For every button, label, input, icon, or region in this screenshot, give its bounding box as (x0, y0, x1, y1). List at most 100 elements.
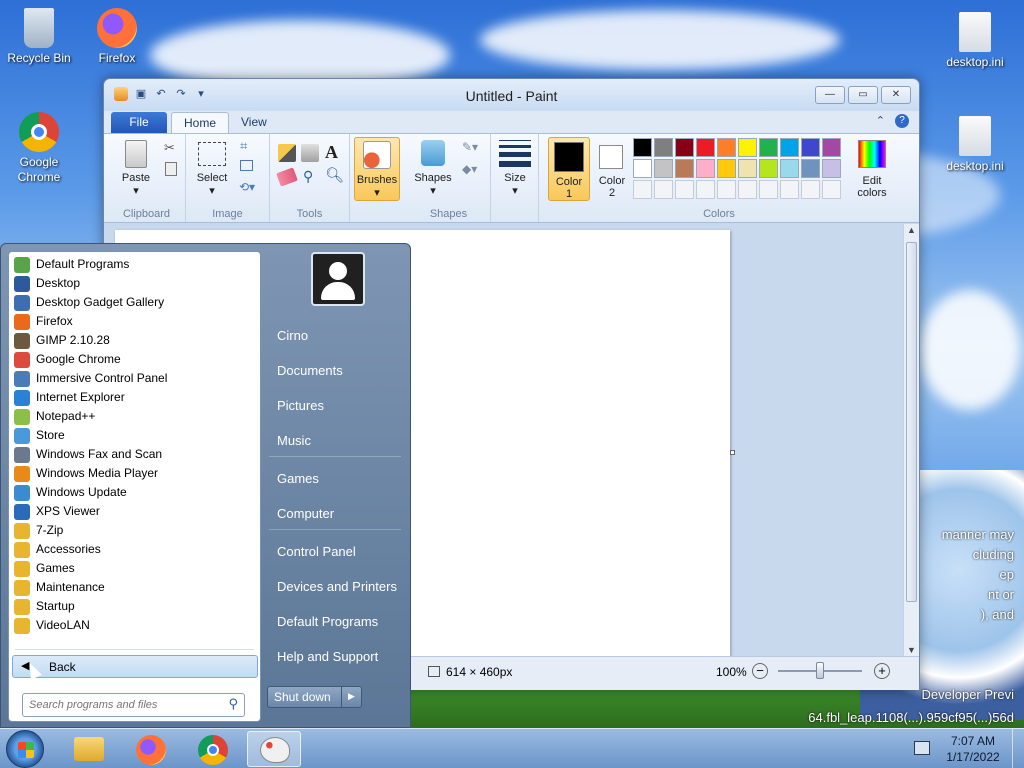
palette-swatch[interactable] (780, 159, 799, 178)
start-place-item[interactable]: Devices and Printers (277, 579, 397, 594)
palette-swatch[interactable] (759, 159, 778, 178)
program-item[interactable]: Games (11, 559, 257, 578)
desktop-icon-desktop-ini-2[interactable]: desktop.ini (937, 116, 1013, 173)
start-place-item[interactable]: Help and Support (277, 649, 378, 664)
palette-swatch[interactable] (675, 138, 694, 157)
tab-view[interactable]: View (229, 112, 279, 133)
program-item[interactable]: Internet Explorer (11, 388, 257, 407)
palette-swatch[interactable] (780, 180, 799, 199)
palette-swatch[interactable] (717, 138, 736, 157)
palette-swatch[interactable] (675, 180, 694, 199)
search-box[interactable]: ⚲ (22, 693, 245, 717)
search-input[interactable] (29, 697, 219, 713)
zoom-out-icon[interactable]: − (752, 663, 768, 679)
show-desktop-button[interactable] (1012, 729, 1024, 768)
eraser-icon[interactable] (276, 167, 298, 187)
palette-swatch[interactable] (738, 159, 757, 178)
program-item[interactable]: Startup (11, 597, 257, 616)
palette-swatch[interactable] (759, 180, 778, 199)
canvas-resize-handle[interactable] (730, 450, 735, 455)
program-item[interactable]: Windows Update (11, 483, 257, 502)
start-place-item[interactable]: Control Panel (277, 544, 356, 559)
search-icon[interactable]: ⚲ (228, 696, 238, 712)
program-item[interactable]: Maintenance (11, 578, 257, 597)
clock[interactable]: 7:07 AM 1/17/2022 (940, 733, 1006, 765)
start-place-item[interactable]: Default Programs (277, 614, 378, 629)
palette-swatch[interactable] (780, 138, 799, 157)
desktop-icon-recycle-bin[interactable]: Recycle Bin (1, 8, 77, 65)
minimize-button[interactable]: — (815, 86, 845, 104)
start-place-item[interactable]: Music (277, 433, 311, 448)
shutdown-button[interactable]: Shut down ▶ (267, 686, 362, 708)
palette-swatch[interactable] (738, 138, 757, 157)
palette-swatch[interactable] (759, 138, 778, 157)
zoom-in-icon[interactable]: + (874, 663, 890, 679)
program-item[interactable]: XPS Viewer (11, 502, 257, 521)
magnifier-icon[interactable]: 🔍︎ (325, 166, 344, 184)
pencil-icon[interactable] (278, 144, 296, 162)
palette-swatch[interactable] (633, 138, 652, 157)
crop-icon[interactable]: ⌗ (240, 138, 247, 154)
back-button[interactable]: ◀ Back (12, 655, 258, 678)
desktop-icon-firefox[interactable]: Firefox (79, 8, 155, 65)
size-button[interactable]: Size ▾ (497, 140, 533, 200)
desktop-icon-google-chrome[interactable]: Google Chrome (1, 112, 77, 185)
palette-swatch[interactable] (654, 159, 673, 178)
start-place-item[interactable]: Computer (277, 506, 334, 521)
paste-button[interactable]: Paste ▾ (116, 138, 156, 198)
fill-shape-icon[interactable]: ◆▾ (462, 162, 477, 176)
rotate-icon[interactable]: ⟲▾ (239, 180, 255, 194)
program-item[interactable]: Notepad++ (11, 407, 257, 426)
taskbar-explorer[interactable] (62, 731, 116, 767)
palette-swatch[interactable] (822, 159, 841, 178)
palette-swatch[interactable] (801, 180, 820, 199)
program-item[interactable]: Store (11, 426, 257, 445)
fill-icon[interactable] (301, 144, 319, 162)
palette-swatch[interactable] (654, 138, 673, 157)
help-icon[interactable]: ? (895, 114, 909, 128)
start-place-item[interactable]: Documents (277, 363, 343, 378)
palette-swatch[interactable] (696, 159, 715, 178)
palette-swatch[interactable] (675, 159, 694, 178)
tab-home[interactable]: Home (171, 112, 230, 133)
outline-icon[interactable]: ✎▾ (462, 140, 478, 154)
palette-swatch[interactable] (822, 138, 841, 157)
program-item[interactable]: Firefox (11, 312, 257, 331)
palette-swatch[interactable] (654, 180, 673, 199)
palette-swatch[interactable] (822, 180, 841, 199)
program-item[interactable]: Default Programs (11, 255, 257, 274)
cut-icon[interactable]: ✂ (164, 140, 175, 156)
program-item[interactable]: Google Chrome (11, 350, 257, 369)
shapes-button[interactable]: Shapes ▾ (411, 138, 455, 198)
start-place-item[interactable]: Games (277, 471, 319, 486)
edit-colors-button[interactable]: Edit colors (852, 137, 892, 201)
program-item[interactable]: 7-Zip (11, 521, 257, 540)
text-icon[interactable]: A (325, 142, 338, 163)
resize-icon[interactable] (240, 160, 253, 171)
program-item[interactable]: Desktop Gadget Gallery (11, 293, 257, 312)
scroll-thumb[interactable] (906, 242, 917, 602)
program-item[interactable]: Immersive Control Panel (11, 369, 257, 388)
taskbar-paint[interactable] (247, 731, 301, 767)
palette-swatch[interactable] (717, 180, 736, 199)
tab-file[interactable]: File (111, 112, 167, 133)
program-item[interactable]: Windows Media Player (11, 464, 257, 483)
start-place-item[interactable]: Pictures (277, 398, 324, 413)
palette-swatch[interactable] (801, 138, 820, 157)
network-icon[interactable] (914, 741, 930, 755)
palette-swatch[interactable] (633, 180, 652, 199)
minimize-ribbon-icon[interactable]: ⌃ (876, 114, 885, 127)
shutdown-options-icon[interactable]: ▶ (341, 687, 361, 707)
palette-swatch[interactable] (717, 159, 736, 178)
palette-swatch[interactable] (738, 180, 757, 199)
taskbar-firefox[interactable] (124, 731, 178, 767)
maximize-button[interactable]: ▭ (848, 86, 878, 104)
palette-swatch[interactable] (633, 159, 652, 178)
palette-swatch[interactable] (801, 159, 820, 178)
scroll-down-icon[interactable]: ▼ (907, 645, 916, 655)
vertical-scrollbar[interactable]: ▲ ▼ (903, 224, 919, 656)
close-button[interactable]: ✕ (881, 86, 911, 104)
zoom-slider-thumb[interactable] (816, 662, 824, 679)
start-button[interactable] (6, 730, 44, 768)
color2-button[interactable]: Color 2 (593, 137, 631, 201)
